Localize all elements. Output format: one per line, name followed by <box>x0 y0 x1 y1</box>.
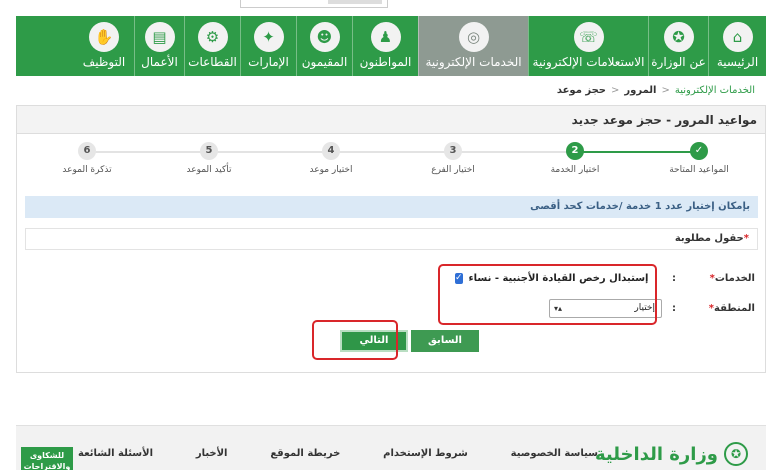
breadcrumb-separator: > <box>611 85 620 96</box>
footer-link-privacy[interactable]: سياسة الخصوصية <box>511 448 598 459</box>
step-choose-service: 2 اختيار الخدمة <box>520 142 630 175</box>
required-fields-note: *حقول مطلوبة <box>25 228 758 250</box>
footer-link-faq[interactable]: الأسئلة الشائعة <box>78 448 153 459</box>
nav-item-residents[interactable]: ☻ المقيمون <box>296 16 352 76</box>
nav-item-emirates[interactable]: ✦ الإمارات <box>240 16 296 76</box>
step-number: 3 <box>444 142 462 160</box>
step-label: اختيار الخدمة <box>550 165 600 175</box>
nav-label: الرئيسية <box>716 55 759 69</box>
citizen-icon: ♟ <box>370 22 401 52</box>
nav-item-inquiries[interactable]: ☏ الاستعلامات الإلكترونية <box>528 16 648 76</box>
highlight-outline-next <box>312 320 398 360</box>
step-number: 6 <box>78 142 96 160</box>
region-label: المنطقة* <box>709 303 755 314</box>
step-choose-appointment: 4 اختيار موعد <box>276 142 386 175</box>
step-label: اختيار موعد <box>309 165 353 175</box>
required-star: * <box>743 233 749 244</box>
step-label: تأكيد الموعد <box>186 165 232 175</box>
step-available-appointments: ✓ المواعيد المتاحة <box>644 142 754 175</box>
page-title: مواعيد المرور - حجز موعد جديد <box>17 106 765 134</box>
top-bar <box>0 0 780 16</box>
region-colon: : <box>672 303 676 314</box>
site-footer: ✪ وزارة الداخلية سياسة الخصوصية شروط الإ… <box>16 425 766 470</box>
home-icon: ⌂ <box>722 22 753 52</box>
nav-item-sectors[interactable]: ⚙ القطاعات <box>184 16 240 76</box>
step-number: 4 <box>322 142 340 160</box>
residents-icon: ☻ <box>309 22 340 52</box>
step-appointment-ticket: 6 تذكرة الموعد <box>32 142 142 175</box>
footer-link-terms[interactable]: شروط الإستخدام <box>383 448 468 459</box>
sectors-icon: ⚙ <box>197 22 228 52</box>
required-text: حقول مطلوبة <box>674 233 744 244</box>
nav-label: الخدمات الإلكترونية <box>425 55 522 69</box>
highlight-outline-form <box>438 264 657 325</box>
emblem-icon: ✪ <box>663 22 694 52</box>
footer-links: سياسة الخصوصية شروط الإستخدام خريطة المو… <box>78 448 598 459</box>
breadcrumb-traffic[interactable]: المرور <box>624 85 656 96</box>
nav-label: الإمارات <box>248 55 289 69</box>
nav-label: التوظيف <box>82 55 126 69</box>
step-confirm-appointment: 5 تأكيد الموعد <box>154 142 264 175</box>
globe-icon: ◎ <box>458 22 489 52</box>
search-button[interactable] <box>328 0 382 4</box>
complaints-button[interactable]: للشكاوى والاقتراحات <box>21 447 73 470</box>
breadcrumb: الخدمات الإلكترونية > المرور > حجز موعد <box>557 85 755 96</box>
wizard-steps: ✓ المواعيد المتاحة 2 اختيار الخدمة 3 اخت… <box>17 142 767 182</box>
ministry-logo[interactable]: ✪ وزارة الداخلية <box>595 442 748 466</box>
step-label: المواعيد المتاحة <box>669 165 729 175</box>
logo-text: وزارة الداخلية <box>594 443 718 465</box>
breadcrumb-separator: > <box>661 85 670 96</box>
step-label: اختيار الفرع <box>431 165 475 175</box>
nav-item-jobs[interactable]: ✋ التوظيف <box>74 16 134 76</box>
inquiries-icon: ☏ <box>573 22 604 52</box>
step-label: تذكرة الموعد <box>62 165 112 175</box>
services-label: الخدمات* <box>710 273 755 284</box>
nav-item-home[interactable]: ⌂ الرئيسية <box>708 16 766 76</box>
nav-label: الاستعلامات الإلكترونية <box>532 55 645 69</box>
check-icon: ✓ <box>690 142 708 160</box>
step-choose-branch: 3 اختيار الفرع <box>398 142 508 175</box>
main-nav: ⌂ الرئيسية ✪ عن الوزارة ☏ الاستعلامات ال… <box>16 16 766 76</box>
nav-item-citizens[interactable]: ♟ المواطنون <box>352 16 418 76</box>
nav-label: الأعمال <box>141 55 178 69</box>
nav-item-business[interactable]: ▤ الأعمال <box>134 16 184 76</box>
footer-link-sitemap[interactable]: خريطة الموقع <box>270 448 340 459</box>
region-label-text: المنطقة <box>714 303 755 314</box>
briefcase-icon: ▤ <box>144 22 175 52</box>
nav-item-eservices[interactable]: ◎ الخدمات الإلكترونية <box>418 16 528 76</box>
services-colon: : <box>672 273 676 284</box>
step-number: 5 <box>200 142 218 160</box>
nav-item-about[interactable]: ✪ عن الوزارة <box>648 16 708 76</box>
nav-label: المواطنون <box>359 55 412 69</box>
hands-icon: ✋ <box>89 22 119 52</box>
info-message: بإمكان إختيار عدد 1 خدمة /خدمات كحد أقصى <box>25 196 758 218</box>
nav-label: القطاعات <box>188 55 237 69</box>
complaints-line-2: والاقتراحات <box>23 462 71 470</box>
breadcrumb-current: حجز موعد <box>556 85 607 96</box>
footer-link-news[interactable]: الأخبار <box>196 448 228 459</box>
complaints-line-1: للشكاوى <box>29 451 65 460</box>
services-label-text: الخدمات <box>714 273 755 284</box>
emblem-icon: ✪ <box>724 442 748 466</box>
breadcrumb-eservices-link[interactable]: الخدمات الإلكترونية <box>675 85 755 96</box>
emirates-icon: ✦ <box>253 22 284 52</box>
nav-label: عن الوزارة <box>651 55 706 69</box>
booking-panel: مواعيد المرور - حجز موعد جديد ✓ المواعيد… <box>16 105 766 373</box>
step-number: 2 <box>566 142 584 160</box>
previous-button[interactable]: السابق <box>411 330 479 352</box>
nav-label: المقيمون <box>301 55 348 69</box>
